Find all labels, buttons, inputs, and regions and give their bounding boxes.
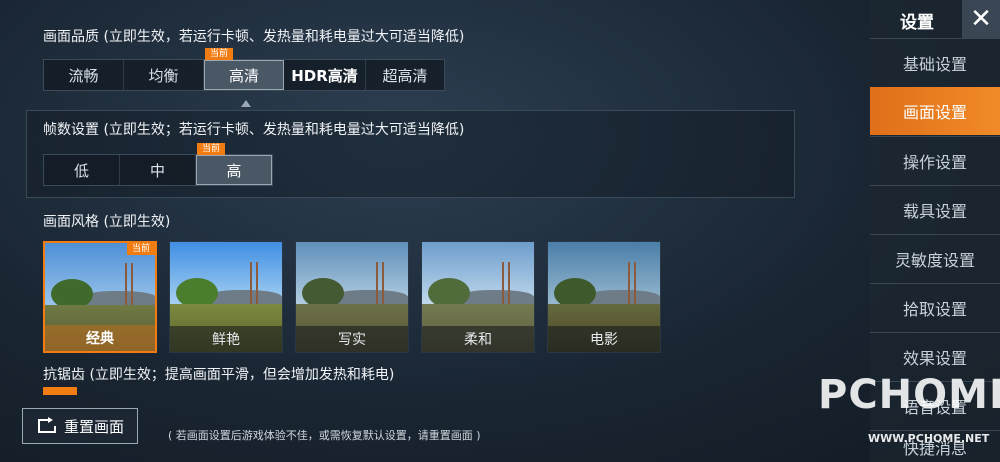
sidebar-item-graphics[interactable]: 画面设置 <box>870 87 1000 135</box>
style-option-realistic[interactable]: 写实 <box>295 241 409 353</box>
reset-hint: ( 若画面设置后游戏体验不佳，或需恢复默认设置，请重置画面 ) <box>168 429 481 442</box>
thumbnail-tower <box>125 263 133 309</box>
quality-option-label: 均衡 <box>148 66 179 85</box>
quality-option-label: 流畅 <box>68 66 99 85</box>
quality-option-hd[interactable]: 当前 高清 <box>204 48 284 90</box>
sidebar-item-basic[interactable]: 基础设置 <box>870 38 1000 86</box>
quality-option-label: 超高清 <box>382 66 428 85</box>
fps-option-high[interactable]: 当前 高 <box>196 143 272 185</box>
quality-option-balanced[interactable]: 均衡 <box>124 60 204 90</box>
sidebar-item-label: 灵敏度设置 <box>894 250 975 270</box>
style-option-label: 鲜艳 <box>170 326 282 352</box>
style-option-classic[interactable]: 当前 经典 <box>43 241 157 353</box>
style-title: 画面风格 (立即生效) <box>43 214 171 230</box>
thumbnail-tower <box>628 262 636 308</box>
thumbnail-mountain <box>336 290 408 304</box>
style-option-label: 电影 <box>548 326 660 352</box>
thumbnail-tower <box>502 262 510 308</box>
current-tag: 当前 <box>205 48 234 60</box>
fps-option-low[interactable]: 低 <box>44 155 120 185</box>
graphics-settings-panel: 画面品质 (立即生效，若运行卡顿、发热量和耗电量过大可适当降低) 流畅 均衡 当… <box>22 8 852 400</box>
fps-option-label: 中 <box>149 161 165 180</box>
thumbnail-tower <box>250 262 258 308</box>
sidebar-item-label: 画面设置 <box>902 103 967 122</box>
sidebar-item-label: 操作设置 <box>902 152 967 172</box>
sidebar-item-sensitivity[interactable]: 灵敏度设置 <box>870 234 1000 282</box>
quality-option-label: 高清 <box>228 66 259 85</box>
sidebar-item-label: 语音设置 <box>902 397 967 417</box>
sidebar-item-vehicle[interactable]: 载具设置 <box>870 185 1000 233</box>
sidebar-item-label: 拾取设置 <box>902 299 967 319</box>
sidebar-title: 设置 <box>900 13 934 33</box>
close-icon: ✕ <box>970 4 992 34</box>
thumbnail-mountain <box>85 291 155 305</box>
sidebar-item-effects[interactable]: 效果设置 <box>870 332 1000 380</box>
style-selector: 当前 经典 鲜艳 写实 柔和 电影 <box>43 241 661 353</box>
sidebar-item-label: 基础设置 <box>902 54 967 74</box>
fps-option-medium[interactable]: 中 <box>120 155 196 185</box>
style-option-soft[interactable]: 柔和 <box>421 241 535 353</box>
sidebar-item-pickup[interactable]: 拾取设置 <box>870 283 1000 331</box>
sidebar-item-label: 效果设置 <box>902 348 967 368</box>
settings-sidebar: 设置 ✕ 基础设置 画面设置 操作设置 载具设置 灵敏度设置 拾取设置 效果设置… <box>870 0 1000 462</box>
style-option-cinema[interactable]: 电影 <box>547 241 661 353</box>
fps-selector: 低 中 当前 高 <box>43 143 273 186</box>
fps-title: 帧数设置 (立即生效；若运行卡顿、发热量和耗电量过大可适当降低) <box>43 122 465 138</box>
reset-icon <box>37 417 56 433</box>
sidebar-item-quick-message[interactable]: 快捷消息 <box>870 430 1000 462</box>
sidebar-item-voice[interactable]: 语音设置 <box>870 381 1000 429</box>
sidebar-item-label: 载具设置 <box>902 201 967 221</box>
thumbnail-mountain <box>210 290 282 304</box>
sidebar-item-controls[interactable]: 操作设置 <box>870 136 1000 184</box>
thumbnail-tower <box>376 262 384 308</box>
style-option-label: 柔和 <box>422 326 534 352</box>
antialias-title: 抗锯齿 (立即生效；提高画面平滑，但会增加发热和耗电) <box>43 367 395 383</box>
thumbnail-mountain <box>588 290 660 304</box>
fps-option-label: 低 <box>73 161 89 180</box>
reset-button-label: 重置画面 <box>63 417 124 436</box>
thumbnail-mountain <box>462 290 534 304</box>
quality-option-smooth[interactable]: 流畅 <box>44 60 124 90</box>
quality-selector: 流畅 均衡 当前 高清 HDR高清 超高清 <box>43 48 445 91</box>
close-button[interactable]: ✕ <box>962 0 1000 38</box>
fps-option-label: 高 <box>226 161 242 180</box>
quality-option-hdr[interactable]: HDR高清 <box>284 60 366 90</box>
current-tag: 当前 <box>126 243 155 255</box>
current-tag <box>43 387 77 395</box>
sidebar-item-label: 快捷消息 <box>902 438 967 458</box>
selection-caret-icon <box>241 100 251 107</box>
current-tag: 当前 <box>197 143 226 155</box>
quality-option-ultra[interactable]: 超高清 <box>366 60 444 90</box>
style-option-label: 写实 <box>296 326 408 352</box>
style-option-label: 经典 <box>45 325 155 351</box>
reset-graphics-button[interactable]: 重置画面 <box>22 408 138 444</box>
quality-title: 画面品质 (立即生效，若运行卡顿、发热量和耗电量过大可适当降低) <box>43 29 465 45</box>
quality-option-label: HDR高清 <box>291 66 358 85</box>
style-option-vivid[interactable]: 鲜艳 <box>169 241 283 353</box>
